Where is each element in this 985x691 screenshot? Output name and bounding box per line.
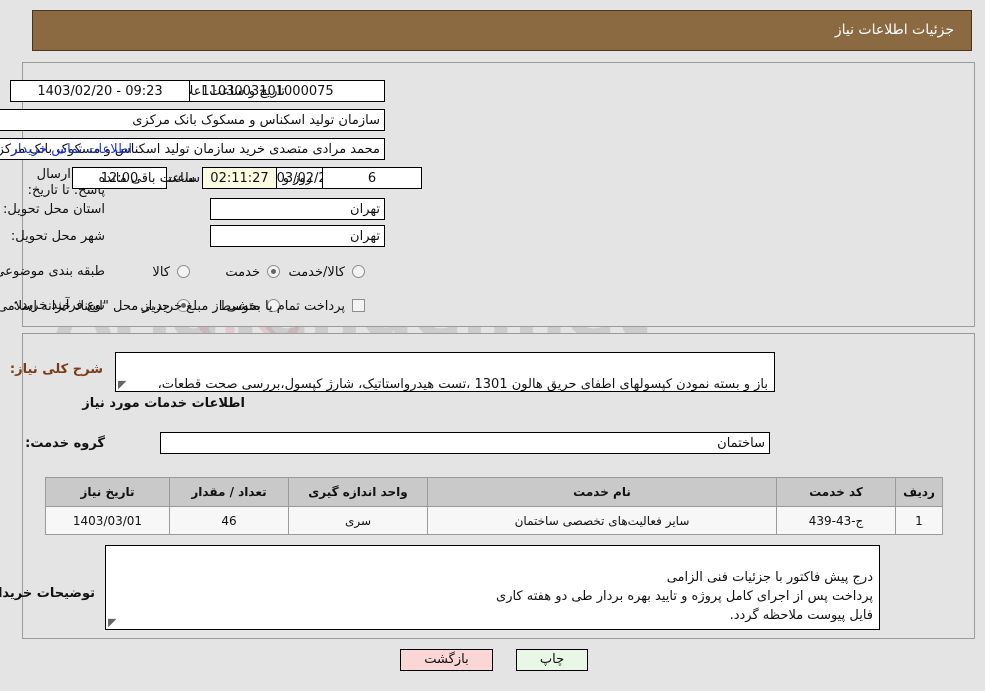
resize-grip-icon-notes[interactable]: ◥ [108, 616, 118, 629]
back-button[interactable]: بازگشت [400, 649, 493, 671]
cell-date: 1403/03/01 [45, 506, 170, 535]
buyer-contact-link[interactable]: اطلاعات تماس خریدار [12, 142, 132, 157]
radio-category-kala-khedmat-label: کالا/خدمت [288, 265, 345, 280]
description-textarea[interactable]: باز و بسته نمودن کپسولهای اطفای حریق هال… [115, 352, 775, 392]
th-qty: تعداد / مقدار [169, 477, 289, 507]
services-heading: اطلاعات خدمات مورد نیاز [82, 396, 245, 411]
days-word-label: روز و [282, 171, 312, 186]
cell-unit: سری [288, 506, 428, 535]
cell-code: ج-43-439 [776, 506, 896, 535]
province-value[interactable]: تهران [210, 198, 385, 220]
services-table: ردیف کد خدمت نام خدمت واحد اندازه گیری ت… [45, 477, 943, 535]
radio-category-kala-khedmat[interactable] [352, 265, 365, 278]
buyer-notes-label: توضیحات خریدار: [0, 586, 95, 601]
buyer-org-value[interactable]: سازمان تولید اسکناس و مسکوک بانک مرکزی [0, 109, 385, 131]
page-root: AriaTender.net جزئیات اطلاعات نیاز شماره… [0, 0, 985, 691]
resize-grip-icon[interactable]: ◥ [118, 378, 128, 391]
page-title: جزئیات اطلاعات نیاز [834, 22, 954, 38]
radio-category-khedmat-label: خدمت [225, 265, 260, 280]
buyer-notes-text: درج پیش فاکتور با جزئیات فنی الزامی پردا… [496, 570, 873, 623]
radio-category-kala[interactable] [177, 265, 190, 278]
category-label: طبقه بندی موضوعی: [0, 264, 105, 279]
radio-category-khedmat[interactable] [267, 265, 280, 278]
city-value[interactable]: تهران [210, 225, 385, 247]
countdown-clock-value: 02:11:27 [202, 167, 277, 189]
radio-category-kala-label: کالا [152, 265, 170, 280]
th-unit: واحد اندازه گیری [288, 477, 428, 507]
cell-name: سایر فعالیت‌های تخصصی ساختمان [427, 506, 777, 535]
treasury-bonds-note: پرداخت تمام یا بخشی از مبلغ خرید،از محل … [0, 299, 345, 314]
remaining-hours-label: ساعت باقی مانده [98, 171, 195, 186]
city-label: شهر محل تحویل: [10, 229, 105, 244]
th-code: کد خدمت [776, 477, 896, 507]
print-button[interactable]: چاپ [516, 649, 588, 671]
th-date: تاریخ نیاز [45, 477, 170, 507]
table-row[interactable]: 1 ج-43-439 سایر فعالیت‌های تخصصی ساختمان… [45, 506, 943, 535]
days-remaining-value[interactable]: 6 [322, 167, 422, 189]
treasury-bonds-checkbox[interactable] [352, 299, 365, 312]
cell-qty: 46 [169, 506, 289, 535]
table-header-row: ردیف کد خدمت نام خدمت واحد اندازه گیری ت… [45, 477, 943, 507]
service-group-label: گروه خدمت: [25, 436, 105, 451]
th-row: ردیف [895, 477, 943, 507]
service-group-value[interactable]: ساختمان [160, 432, 770, 454]
description-label: شرح کلی نیاز: [9, 362, 103, 377]
cell-row: 1 [895, 506, 943, 535]
public-announce-value[interactable]: 09:23 - 1403/02/20 [10, 80, 190, 102]
description-text: باز و بسته نمودن کپسولهای اطفای حریق هال… [157, 377, 768, 392]
page-header-bar: جزئیات اطلاعات نیاز [32, 10, 972, 51]
buyer-notes-textarea[interactable]: درج پیش فاکتور با جزئیات فنی الزامی پردا… [105, 545, 880, 630]
province-label: استان محل تحویل: [3, 202, 105, 217]
th-name: نام خدمت [427, 477, 777, 507]
